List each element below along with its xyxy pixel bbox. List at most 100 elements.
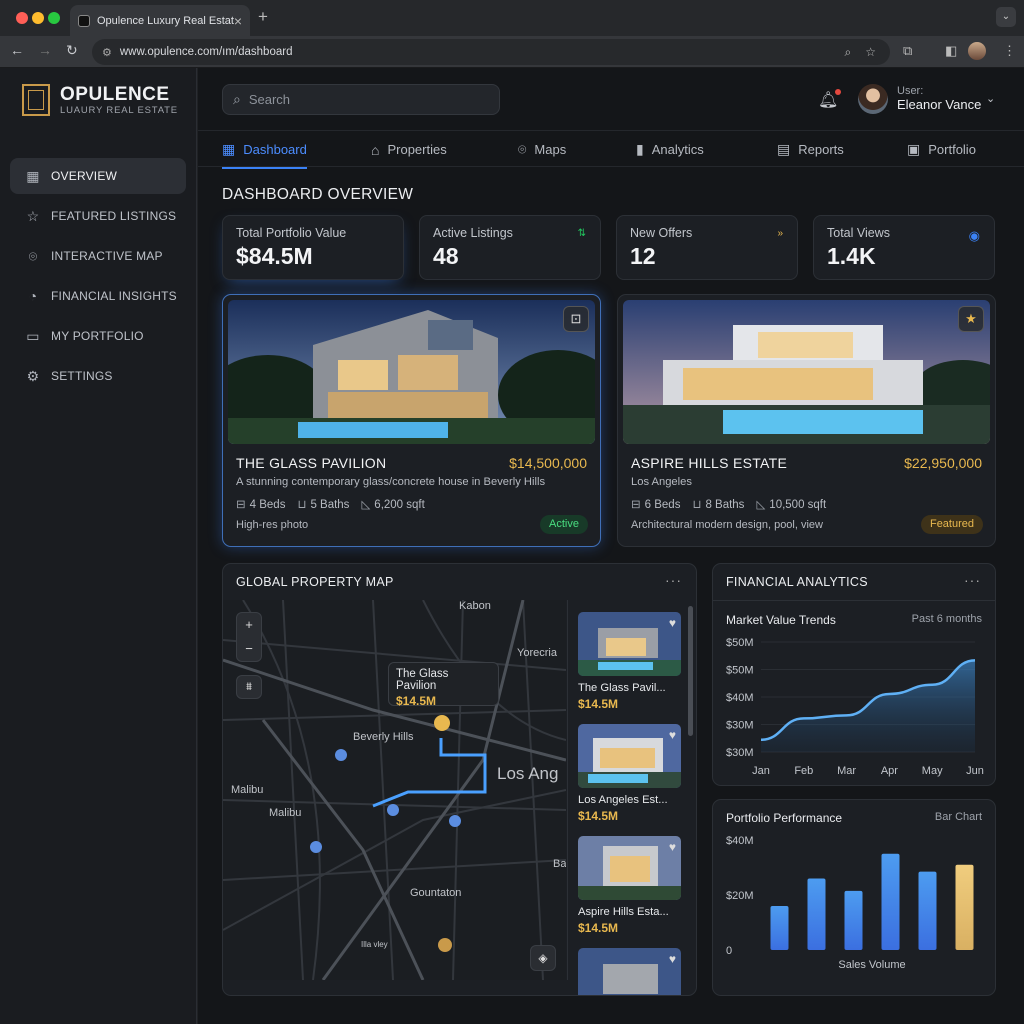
stat-card-total-views[interactable]: Total Views 1.4K ◉	[813, 215, 995, 280]
favorite-heart-icon[interactable]: ♥	[669, 840, 676, 854]
scrollbar[interactable]	[688, 606, 693, 736]
extensions-icon[interactable]: ⧉	[903, 43, 912, 59]
side-panel-icon[interactable]: ◧	[945, 43, 957, 59]
tab-search-icon[interactable]: ⌄	[996, 7, 1016, 27]
back-icon[interactable]: ←	[10, 42, 24, 58]
favorite-heart-icon[interactable]: ♥	[669, 952, 676, 966]
map-pin-icon: ⌾	[518, 141, 527, 157]
page-title: DASHBOARD OVERVIEW	[222, 186, 414, 203]
global-property-map-panel: GLOBAL PROPERTY MAP ··· + − ⩩ ◈ The Glas…	[222, 563, 697, 996]
close-window-button[interactable]	[16, 12, 28, 24]
house-logo-icon	[22, 84, 50, 116]
browser-tab[interactable]: Opulence Luxury Real Estat ×	[70, 5, 250, 36]
notification-bell-icon[interactable]: 🔔︎	[818, 89, 842, 110]
sidebar-item-interactive-map[interactable]: ⌾ INTERACTIVE MAP	[10, 238, 186, 274]
stat-card-portfolio-value[interactable]: Total Portfolio Value $84.5M	[222, 215, 404, 280]
stat-label: Total Views	[827, 226, 890, 240]
property-price: $22,950,000	[904, 455, 982, 471]
reload-icon[interactable]: ↻	[66, 42, 78, 59]
status-badge: Active	[540, 515, 588, 534]
sidebar-item-label: INTERACTIVE MAP	[51, 249, 163, 263]
grid-icon: ▦	[26, 167, 40, 184]
folder-icon: ▭	[26, 327, 40, 344]
property-card[interactable]: ★ ASPIRE HILLS ESTATE $22,950,000 Los An…	[617, 294, 996, 547]
user-avatar[interactable]	[858, 84, 888, 114]
star-icon[interactable]: ★	[958, 306, 984, 332]
tab-label: Maps	[534, 142, 567, 157]
bed-icon: ⊟	[236, 499, 246, 511]
list-item[interactable]: ♥	[578, 948, 681, 995]
sidebar-item-overview[interactable]: ▦ OVERVIEW	[10, 158, 186, 194]
map-label: Malibu	[231, 784, 264, 796]
pie-chart-icon: ◔	[28, 288, 38, 304]
gear-icon: ⚙	[26, 367, 40, 384]
sidebar-item-financial-insights[interactable]: ◔ FINANCIAL INSIGHTS	[10, 278, 186, 314]
tab-properties[interactable]: ⌂ Properties	[371, 131, 447, 168]
maximize-window-button[interactable]	[48, 12, 60, 24]
brand-name: OPULENCE	[60, 83, 170, 105]
stat-card-active-listings[interactable]: Active Listings 48 ⇅	[419, 215, 601, 280]
x-tick-label: Mar	[837, 765, 856, 777]
listing-thumbnail: ♥	[578, 724, 681, 788]
list-item[interactable]: ♥ Los Angeles Est... $14.5M	[578, 724, 681, 823]
listing-price: $14.5M	[578, 809, 619, 823]
listing-price: $14.5M	[578, 921, 619, 935]
property-specs: ⊟ 4 Beds ⊔ 5 Baths ◺ 6,200 sqft	[236, 497, 425, 511]
tooltip-price: $14.5M	[396, 694, 437, 708]
tab-analytics[interactable]: ▮ Analytics	[636, 131, 704, 168]
bookmark-icon[interactable]: ⊡	[563, 306, 589, 332]
profile-avatar[interactable]	[968, 42, 986, 60]
y-tick-label: $30M	[726, 747, 754, 759]
portfolio-performance-panel: Portfolio Performance Bar Chart $40M $20M…	[712, 799, 996, 996]
browser-tab-bar: Opulence Luxury Real Estat × + ⌄	[0, 0, 1024, 36]
stat-card-new-offers[interactable]: New Offers 12 »	[616, 215, 798, 280]
map-label: Beverly Hills	[353, 731, 414, 743]
site-settings-icon[interactable]: ⚙	[102, 46, 112, 59]
close-tab-icon[interactable]: ×	[234, 13, 242, 29]
tab-portfolio[interactable]: ▣ Portfolio	[907, 131, 976, 168]
sidebar-item-settings[interactable]: ⚙ SETTINGS	[10, 358, 186, 394]
more-options-icon[interactable]: ···	[665, 572, 682, 588]
locate-button[interactable]: ◈	[530, 945, 556, 971]
property-photo	[623, 300, 990, 444]
search-input[interactable]: ⌕ Search	[222, 84, 500, 115]
zoom-icon[interactable]: ⌕	[845, 45, 852, 60]
bath-icon: ⊔	[297, 499, 307, 511]
minimize-window-button[interactable]	[32, 12, 44, 24]
tab-maps[interactable]: ⌾ Maps	[518, 131, 566, 168]
property-map[interactable]: + − ⩩ ◈ The Glass Pavilion $14.5M Kabon …	[223, 600, 566, 980]
browser-menu-icon[interactable]: ⋮	[1003, 43, 1016, 59]
list-item[interactable]: ♥ Aspire Hills Esta... $14.5M	[578, 836, 681, 935]
map-label: Yorecria	[517, 647, 557, 659]
forward-icon[interactable]: →	[38, 42, 52, 58]
zoom-in-button[interactable]: +	[237, 613, 261, 637]
layers-button[interactable]: ⩩	[236, 675, 262, 699]
sidebar-item-label: FINANCIAL INSIGHTS	[51, 289, 177, 303]
x-axis-label: Sales Volume	[838, 959, 905, 971]
more-options-icon[interactable]: ···	[964, 572, 981, 588]
bookmark-star-icon[interactable]: ☆	[865, 45, 876, 59]
property-card[interactable]: ⊡ THE GLASS PAVILION $14,500,000 A stunn…	[222, 294, 601, 547]
list-item[interactable]: ♥ The Glass Pavil... $14.5M	[578, 612, 681, 711]
tooltip-name: The Glass Pavilion	[396, 668, 449, 692]
listing-thumbnail: ♥	[578, 948, 681, 995]
chevron-down-icon[interactable]: ⌄	[986, 92, 995, 105]
favorite-heart-icon[interactable]: ♥	[669, 728, 676, 742]
briefcase-icon: ▣	[907, 141, 921, 157]
offer-arrows-icon: »	[777, 228, 783, 239]
tab-reports[interactable]: ▤ Reports	[777, 131, 844, 168]
new-tab-icon[interactable]: +	[258, 7, 268, 27]
baths-count: 8 Baths	[705, 499, 745, 511]
tab-dashboard[interactable]: ▦ Dashboard	[222, 131, 307, 169]
area-icon: ◺	[361, 499, 371, 511]
address-bar[interactable]: ⚙ www.opulence.com/ım/dashboard ⌕ ☆	[92, 39, 890, 65]
sidebar-item-featured-listings[interactable]: ☆ FEATURED LISTINGS	[10, 198, 186, 234]
area-icon: ◺	[756, 499, 766, 511]
brand-logo[interactable]: OPULENCE LUAURY REAL ESTATE	[22, 84, 178, 116]
sidebar-item-my-portfolio[interactable]: ▭ MY PORTFOLIO	[10, 318, 186, 354]
zoom-out-button[interactable]: −	[237, 637, 261, 661]
user-menu[interactable]: User: Eleanor Vance	[897, 84, 981, 112]
sidebar-item-label: FEATURED LISTINGS	[51, 209, 177, 223]
favorite-heart-icon[interactable]: ♥	[669, 616, 676, 630]
x-tick-label: Jan	[752, 765, 770, 777]
